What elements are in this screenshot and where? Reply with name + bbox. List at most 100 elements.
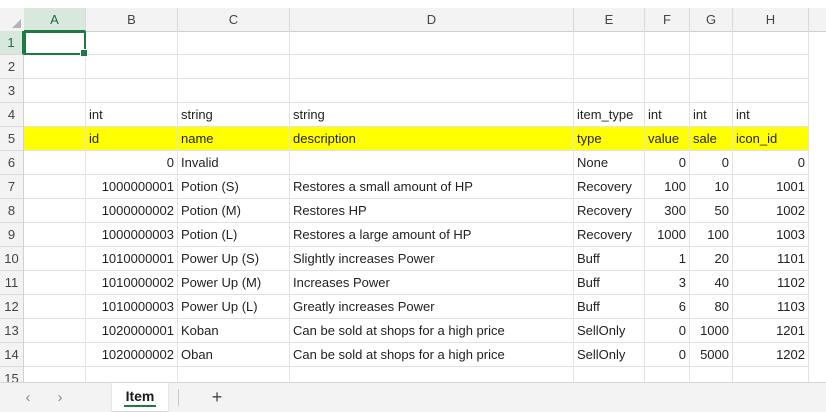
cell-b1[interactable]: [86, 31, 178, 55]
cell-d4[interactable]: string: [290, 103, 574, 127]
column-header-b[interactable]: B: [86, 8, 178, 31]
cell-d8[interactable]: Restores HP: [290, 199, 574, 223]
cell-c2[interactable]: [178, 55, 290, 79]
cell-c5[interactable]: name: [178, 127, 290, 151]
column-header-h[interactable]: H: [733, 8, 809, 31]
cell-h14[interactable]: 1202: [733, 343, 809, 367]
row-header-4[interactable]: 4: [0, 103, 24, 127]
cell-g7[interactable]: 10: [690, 175, 733, 199]
sheet-tab-item[interactable]: Item: [112, 383, 168, 411]
row-header-5[interactable]: 5: [0, 127, 24, 151]
cell-a6[interactable]: [24, 151, 86, 175]
cell-g3[interactable]: [690, 79, 733, 103]
row-header-2[interactable]: 2: [0, 55, 24, 79]
cell-g4[interactable]: int: [690, 103, 733, 127]
row-header-15[interactable]: 15: [0, 367, 24, 382]
cell-e8[interactable]: Recovery: [574, 199, 645, 223]
cell-h15[interactable]: [733, 367, 809, 382]
cell-c1[interactable]: [178, 31, 290, 55]
cell-c6[interactable]: Invalid: [178, 151, 290, 175]
cell-h5[interactable]: icon_id: [733, 127, 809, 151]
cell-g15[interactable]: [690, 367, 733, 382]
cell-h8[interactable]: 1002: [733, 199, 809, 223]
column-header-g[interactable]: G: [690, 8, 733, 31]
cell-d7[interactable]: Restores a small amount of HP: [290, 175, 574, 199]
cell-g11[interactable]: 40: [690, 271, 733, 295]
cell-e5[interactable]: type: [574, 127, 645, 151]
cell-b8[interactable]: 1000000002: [86, 199, 178, 223]
spreadsheet-grid[interactable]: ABCDEFGH 1 2 3 4 int string string item_type int…: [0, 0, 826, 382]
cell-a5[interactable]: [24, 127, 86, 151]
cell-d1[interactable]: [290, 31, 574, 55]
cell-h12[interactable]: 1103: [733, 295, 809, 319]
cell-g12[interactable]: 80: [690, 295, 733, 319]
column-header-f[interactable]: F: [645, 8, 690, 31]
cell-b5[interactable]: id: [86, 127, 178, 151]
cell-b7[interactable]: 1000000001: [86, 175, 178, 199]
cell-g8[interactable]: 50: [690, 199, 733, 223]
column-header-d[interactable]: D: [290, 8, 574, 31]
row-header-3[interactable]: 3: [0, 79, 24, 103]
cell-d3[interactable]: [290, 79, 574, 103]
chevron-left-icon[interactable]: ‹: [18, 383, 38, 412]
cell-f6[interactable]: 0: [645, 151, 690, 175]
row-header-14[interactable]: 14: [0, 343, 24, 367]
cell-h2[interactable]: [733, 55, 809, 79]
cell-b15[interactable]: [86, 367, 178, 382]
cell-d10[interactable]: Slightly increases Power: [290, 247, 574, 271]
cell-f13[interactable]: 0: [645, 319, 690, 343]
cell-a15[interactable]: [24, 367, 86, 382]
row-header-8[interactable]: 8: [0, 199, 24, 223]
cell-c8[interactable]: Potion (M): [178, 199, 290, 223]
cell-b13[interactable]: 1020000001: [86, 319, 178, 343]
cell-b3[interactable]: [86, 79, 178, 103]
select-all-corner[interactable]: [0, 8, 25, 31]
cell-a2[interactable]: [24, 55, 86, 79]
column-header-c[interactable]: C: [178, 8, 290, 31]
cell-h3[interactable]: [733, 79, 809, 103]
cell-d12[interactable]: Greatly increases Power: [290, 295, 574, 319]
cell-f9[interactable]: 1000: [645, 223, 690, 247]
cell-d9[interactable]: Restores a large amount of HP: [290, 223, 574, 247]
cell-f1[interactable]: [645, 31, 690, 55]
row-header-11[interactable]: 11: [0, 271, 24, 295]
cell-e15[interactable]: [574, 367, 645, 382]
cell-a12[interactable]: [24, 295, 86, 319]
cell-a1[interactable]: [24, 31, 86, 55]
cell-b10[interactable]: 1010000001: [86, 247, 178, 271]
cell-h13[interactable]: 1201: [733, 319, 809, 343]
cell-f7[interactable]: 100: [645, 175, 690, 199]
cell-g1[interactable]: [690, 31, 733, 55]
cell-b14[interactable]: 1020000002: [86, 343, 178, 367]
column-header-e[interactable]: E: [574, 8, 645, 31]
cell-h6[interactable]: 0: [733, 151, 809, 175]
cell-e13[interactable]: SellOnly: [574, 319, 645, 343]
cell-d6[interactable]: [290, 151, 574, 175]
plus-icon[interactable]: +: [206, 383, 228, 412]
cell-e10[interactable]: Buff: [574, 247, 645, 271]
cell-a14[interactable]: [24, 343, 86, 367]
cell-f12[interactable]: 6: [645, 295, 690, 319]
cell-h4[interactable]: int: [733, 103, 809, 127]
cell-h9[interactable]: 1003: [733, 223, 809, 247]
cell-h10[interactable]: 1101: [733, 247, 809, 271]
cell-a9[interactable]: [24, 223, 86, 247]
cell-b2[interactable]: [86, 55, 178, 79]
cell-h1[interactable]: [733, 31, 809, 55]
cell-a7[interactable]: [24, 175, 86, 199]
cell-e9[interactable]: Recovery: [574, 223, 645, 247]
cell-f14[interactable]: 0: [645, 343, 690, 367]
cell-f8[interactable]: 300: [645, 199, 690, 223]
cell-f11[interactable]: 3: [645, 271, 690, 295]
cell-a4[interactable]: [24, 103, 86, 127]
cell-f4[interactable]: int: [645, 103, 690, 127]
row-header-7[interactable]: 7: [0, 175, 24, 199]
row-header-13[interactable]: 13: [0, 319, 24, 343]
cell-e4[interactable]: item_type: [574, 103, 645, 127]
cell-f10[interactable]: 1: [645, 247, 690, 271]
cell-b12[interactable]: 1010000003: [86, 295, 178, 319]
column-header-a[interactable]: A: [24, 8, 86, 32]
cell-g6[interactable]: 0: [690, 151, 733, 175]
cell-e11[interactable]: Buff: [574, 271, 645, 295]
cell-c15[interactable]: [178, 367, 290, 382]
